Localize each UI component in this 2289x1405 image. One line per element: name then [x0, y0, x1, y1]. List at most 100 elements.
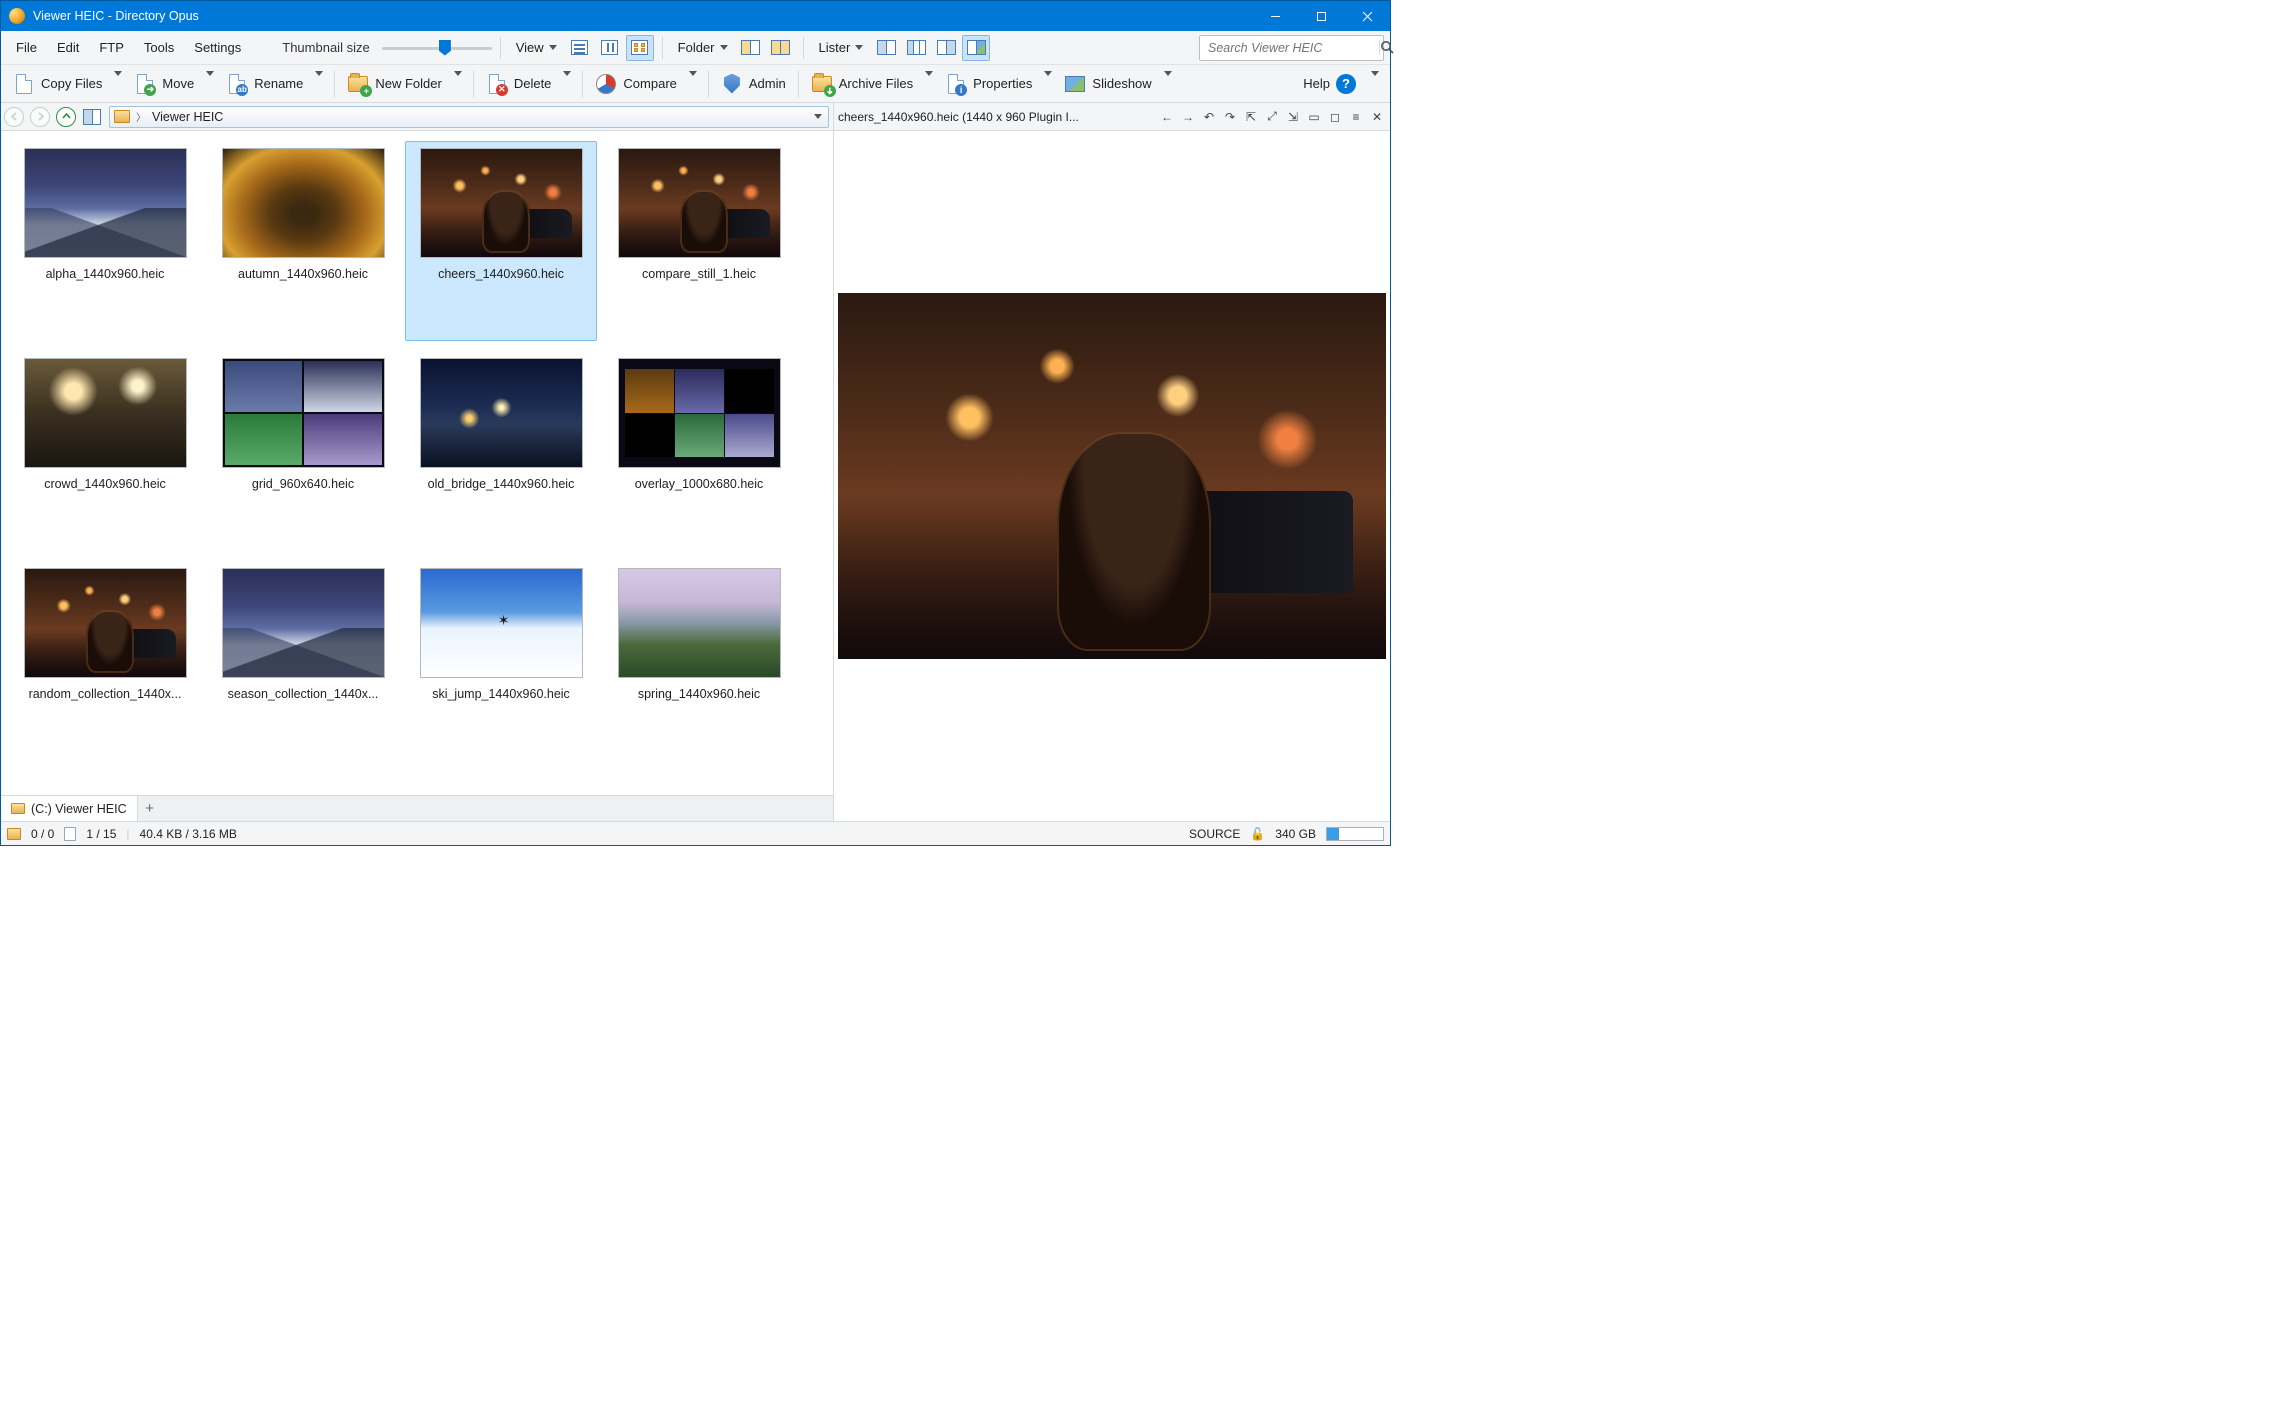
app-icon — [9, 8, 25, 24]
thumbnail-item[interactable]: season_collection_1440x... — [207, 561, 399, 761]
folder-dropdown[interactable]: Folder — [671, 37, 735, 58]
thumbnail-label: crowd_1440x960.heic — [44, 477, 166, 491]
thumbnail-item[interactable]: autumn_1440x960.heic — [207, 141, 399, 341]
delete-dropdown[interactable] — [558, 72, 576, 95]
copy-files-button[interactable]: Copy Files — [7, 69, 108, 99]
thumbnail-grid[interactable]: alpha_1440x960.heicautumn_1440x960.heicc… — [1, 131, 833, 795]
admin-button[interactable]: Admin — [715, 69, 792, 99]
lister-meta-button[interactable] — [932, 35, 960, 61]
nav-forward-button[interactable] — [27, 104, 53, 130]
view-list-button[interactable] — [596, 35, 624, 61]
thumbnail-size-label: Thumbnail size — [282, 40, 369, 55]
lister-dual-button[interactable] — [902, 35, 930, 61]
caret-icon — [549, 45, 557, 50]
folder-tree-button[interactable] — [737, 35, 765, 61]
archive-files-dropdown[interactable] — [920, 72, 938, 95]
thumbnail-image — [420, 568, 583, 678]
close-button[interactable] — [1344, 1, 1390, 31]
folder-tab[interactable]: (C:) Viewer HEIC — [1, 796, 138, 821]
slideshow-button[interactable]: Slideshow — [1058, 69, 1157, 99]
path-dropdown-icon[interactable] — [814, 114, 822, 119]
thumbnail-image — [222, 568, 385, 678]
next-image-button[interactable]: → — [1179, 108, 1197, 126]
search-input[interactable] — [1200, 41, 1379, 55]
lister-single-button[interactable] — [872, 35, 900, 61]
thumbnail-item[interactable]: compare_still_1.heic — [603, 141, 795, 341]
menu-edit[interactable]: Edit — [48, 36, 88, 59]
compare-button[interactable]: Compare — [589, 69, 682, 99]
rotate-right-button[interactable]: ↷ — [1221, 108, 1239, 126]
thumbnail-item[interactable]: random_collection_1440x... — [9, 561, 201, 761]
thumbnail-image — [618, 358, 781, 468]
thumbnail-item[interactable]: ski_jump_1440x960.heic — [405, 561, 597, 761]
caret-icon — [720, 45, 728, 50]
breadcrumb[interactable]: Viewer HEIC — [152, 110, 223, 124]
delete-button[interactable]: ✕Delete — [480, 69, 558, 99]
status-source-label: SOURCE — [1189, 827, 1240, 841]
preview-canvas[interactable] — [834, 131, 1390, 821]
menu-tools[interactable]: Tools — [135, 36, 183, 59]
path-bar[interactable]: 〉 Viewer HEIC — [109, 106, 829, 128]
thumbnail-item[interactable]: overlay_1000x680.heic — [603, 351, 795, 551]
search-box[interactable] — [1199, 35, 1384, 61]
archive-files-button[interactable]: ➜Archive Files — [805, 69, 919, 99]
properties-button[interactable]: iProperties — [939, 69, 1038, 99]
view-thumbnails-button[interactable] — [626, 35, 654, 61]
thumbnail-item[interactable]: spring_1440x960.heic — [603, 561, 795, 761]
toolbar: Copy Files ➜Move abRename +New Folder ✕D… — [1, 65, 1390, 103]
menu-button[interactable]: ≡ — [1347, 108, 1365, 126]
prev-image-button[interactable]: ← — [1158, 108, 1176, 126]
menu-file[interactable]: File — [7, 36, 46, 59]
rotate-left-button[interactable]: ↶ — [1200, 108, 1218, 126]
help-button[interactable]: Help? — [1297, 69, 1362, 99]
disk-usage-bar — [1326, 827, 1384, 841]
view-details-button[interactable] — [566, 35, 594, 61]
nav-tree-toggle[interactable] — [79, 104, 105, 130]
preview-info-label: cheers_1440x960.heic (1440 x 960 Plugin … — [838, 110, 1155, 124]
new-folder-dropdown[interactable] — [449, 72, 467, 95]
zoom-reset-button[interactable]: ⤢ — [1263, 108, 1281, 126]
thumbnail-item[interactable]: grid_960x640.heic — [207, 351, 399, 551]
folder-icon — [7, 828, 21, 840]
folder-icon — [11, 803, 25, 814]
lister-viewer-button[interactable] — [962, 35, 990, 61]
menu-settings[interactable]: Settings — [185, 36, 250, 59]
thumbnail-item[interactable]: crowd_1440x960.heic — [9, 351, 201, 551]
view-dropdown[interactable]: View — [509, 37, 564, 58]
help-dropdown[interactable] — [1366, 72, 1384, 95]
new-folder-button[interactable]: +New Folder — [341, 69, 447, 99]
nav-up-button[interactable] — [53, 104, 79, 130]
minimize-button[interactable] — [1252, 1, 1298, 31]
rename-button[interactable]: abRename — [220, 69, 309, 99]
thumbnail-label: ski_jump_1440x960.heic — [432, 687, 570, 701]
zoom-in-button[interactable]: ⇱ — [1242, 108, 1260, 126]
search-icon[interactable] — [1379, 40, 1395, 55]
thumbnail-image — [24, 358, 187, 468]
properties-dropdown[interactable] — [1039, 72, 1057, 95]
zoom-out-button[interactable]: ⇲ — [1284, 108, 1302, 126]
thumbnail-label: cheers_1440x960.heic — [438, 267, 564, 281]
maximize-button[interactable] — [1298, 1, 1344, 31]
slideshow-dropdown[interactable] — [1159, 72, 1177, 95]
move-dropdown[interactable] — [201, 72, 219, 95]
thumbnail-item[interactable]: alpha_1440x960.heic — [9, 141, 201, 341]
help-icon: ? — [1336, 74, 1356, 94]
thumbnail-size-slider[interactable] — [382, 39, 492, 57]
rename-dropdown[interactable] — [310, 72, 328, 95]
new-tab-button[interactable]: + — [138, 796, 162, 821]
thumbnail-item[interactable]: cheers_1440x960.heic — [405, 141, 597, 341]
compare-dropdown[interactable] — [684, 72, 702, 95]
status-bar: 0 / 0 1 / 15 | 40.4 KB / 3.16 MB SOURCE … — [1, 821, 1390, 845]
close-preview-button[interactable]: ✕ — [1368, 108, 1386, 126]
move-button[interactable]: ➜Move — [128, 69, 200, 99]
fullscreen-button[interactable]: ◻ — [1326, 108, 1344, 126]
fit-button[interactable]: ▭ — [1305, 108, 1323, 126]
lister-dropdown[interactable]: Lister — [812, 37, 871, 58]
copy-files-dropdown[interactable] — [109, 72, 127, 95]
thumbnail-image — [618, 568, 781, 678]
thumbnail-item[interactable]: old_bridge_1440x960.heic — [405, 351, 597, 551]
folder-dual-button[interactable] — [767, 35, 795, 61]
menu-ftp[interactable]: FTP — [90, 36, 133, 59]
nav-back-button[interactable] — [1, 104, 27, 130]
thumbnail-image — [24, 568, 187, 678]
